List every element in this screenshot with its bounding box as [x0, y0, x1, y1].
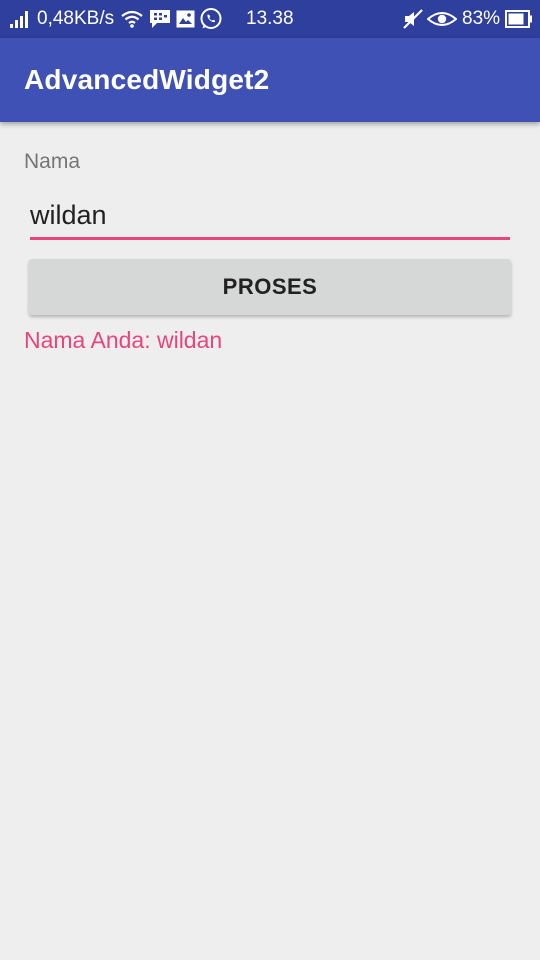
wifi-icon — [121, 0, 143, 38]
status-bar: 0,48KB/s 13.38 83% — [0, 0, 540, 38]
app-bar: AdvancedWidget2 — [0, 38, 540, 122]
proses-button[interactable]: PROSES — [29, 259, 511, 315]
clock: 13.38 — [246, 8, 294, 29]
name-input[interactable] — [30, 194, 510, 240]
eye-icon — [427, 0, 457, 38]
signal-icon — [10, 0, 32, 38]
whatsapp-icon — [199, 0, 223, 38]
battery-icon — [505, 0, 533, 38]
mute-icon — [403, 0, 423, 38]
result-text: Nama Anda: wildan — [24, 327, 223, 353]
bbm-icon — [149, 0, 171, 38]
gallery-icon — [176, 0, 195, 38]
app-title: AdvancedWidget2 — [24, 64, 270, 95]
name-label: Nama — [24, 150, 81, 173]
net-speed: 0,48KB/s — [37, 8, 115, 29]
battery-percent: 83% — [462, 8, 501, 29]
